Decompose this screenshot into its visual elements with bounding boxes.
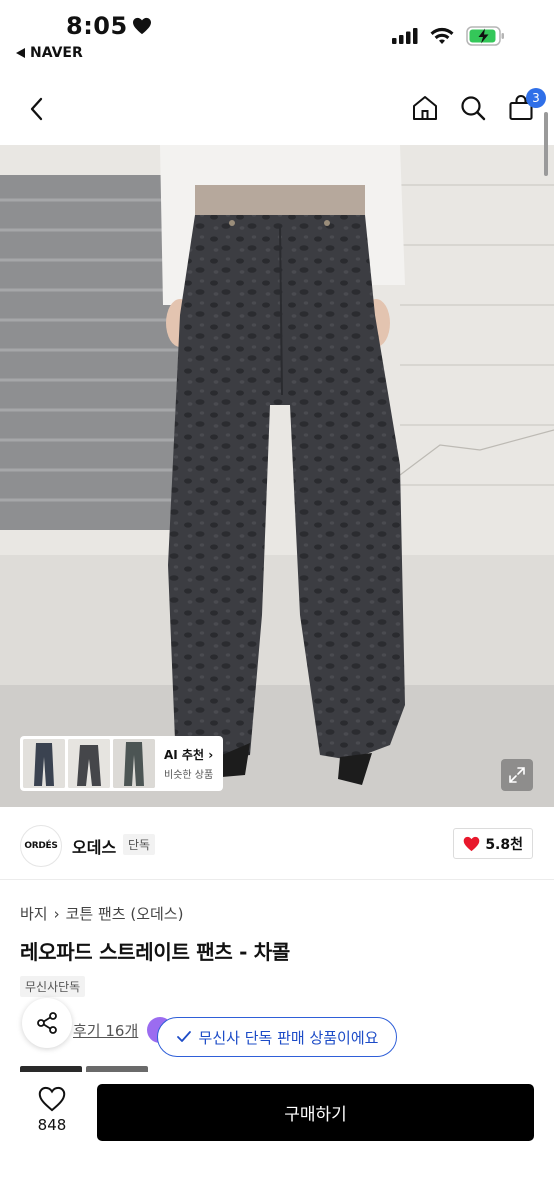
- recommend-thumb-3[interactable]: [113, 739, 155, 788]
- expand-image-button[interactable]: [501, 759, 533, 791]
- heart-filled-icon: [464, 836, 480, 851]
- brand-name[interactable]: 오데스: [72, 834, 116, 858]
- review-count-link[interactable]: 후기 16개: [73, 1020, 138, 1041]
- breadcrumb: 바지 › 코튼 팬츠 (오데스): [20, 903, 183, 924]
- check-icon: [176, 1031, 191, 1042]
- recommend-thumb-2[interactable]: [68, 739, 110, 788]
- share-button[interactable]: [22, 998, 72, 1048]
- ai-recommend-text: AI 추천 › 비슷한 상품: [164, 746, 213, 781]
- brand-exclusive-tag: 단독: [123, 834, 156, 855]
- brand-logo[interactable]: ORDÉS: [20, 825, 62, 867]
- brand-like-button[interactable]: 5.8천: [453, 828, 533, 859]
- exclusive-toast: 무신사 단독 판매 상품이에요: [157, 1017, 397, 1057]
- brand-like-count: 5.8천: [485, 836, 523, 853]
- musinsa-exclusive-tag: 무신사단독: [20, 976, 86, 997]
- share-icon: [37, 1012, 57, 1034]
- breadcrumb-separator: ›: [53, 904, 60, 923]
- product-image[interactable]: AI 추천 › 비슷한 상품: [0, 145, 554, 807]
- ai-recommend-card[interactable]: AI 추천 › 비슷한 상품: [20, 736, 223, 791]
- search-icon: [461, 96, 486, 121]
- heart-outline-icon: [38, 1086, 66, 1112]
- status-bar: 8:05 NAVER: [0, 0, 554, 72]
- home-button[interactable]: [410, 90, 440, 126]
- status-time: 8:05: [66, 12, 152, 40]
- nav-actions: 3: [410, 88, 546, 126]
- bottom-action-bar: 848 구매하기: [0, 1072, 554, 1200]
- toast-message: 무신사 단독 판매 상품이에요: [198, 1028, 379, 1047]
- buy-button[interactable]: 구매하기: [97, 1084, 534, 1141]
- ai-recommend-title: AI 추천 ›: [164, 748, 214, 762]
- back-triangle-icon: [16, 48, 25, 58]
- expand-icon: [509, 767, 525, 783]
- cart-button[interactable]: 3: [506, 88, 546, 126]
- top-nav-bar: 3: [0, 72, 554, 145]
- wishlist-count: 848: [37, 1116, 67, 1134]
- scroll-indicator[interactable]: [544, 112, 548, 176]
- wishlist-button[interactable]: 848: [30, 1086, 74, 1134]
- heart-status-icon: [132, 17, 151, 35]
- product-title: 레오파드 스트레이트 팬츠 - 차콜: [20, 940, 290, 964]
- ai-recommend-subtitle: 비슷한 상품: [164, 770, 214, 781]
- wifi-icon: [430, 27, 454, 44]
- home-icon: [413, 96, 437, 120]
- back-to-app-link[interactable]: NAVER: [16, 45, 83, 61]
- back-button[interactable]: [22, 94, 52, 124]
- recommend-thumb-1[interactable]: [23, 739, 65, 788]
- breadcrumb-category[interactable]: 바지: [20, 903, 48, 924]
- search-button[interactable]: [458, 90, 488, 126]
- product-photo: [0, 145, 554, 807]
- breadcrumb-subcategory[interactable]: 코튼 팬츠 (오데스): [66, 903, 184, 924]
- chevron-left-icon: [30, 97, 43, 121]
- battery-charging-icon: [466, 26, 504, 46]
- status-icons: [392, 26, 506, 46]
- cart-count-badge: 3: [526, 88, 546, 108]
- cellular-signal-icon: [392, 28, 418, 44]
- brand-row: ORDÉS 오데스 단독 5.8천: [0, 807, 554, 880]
